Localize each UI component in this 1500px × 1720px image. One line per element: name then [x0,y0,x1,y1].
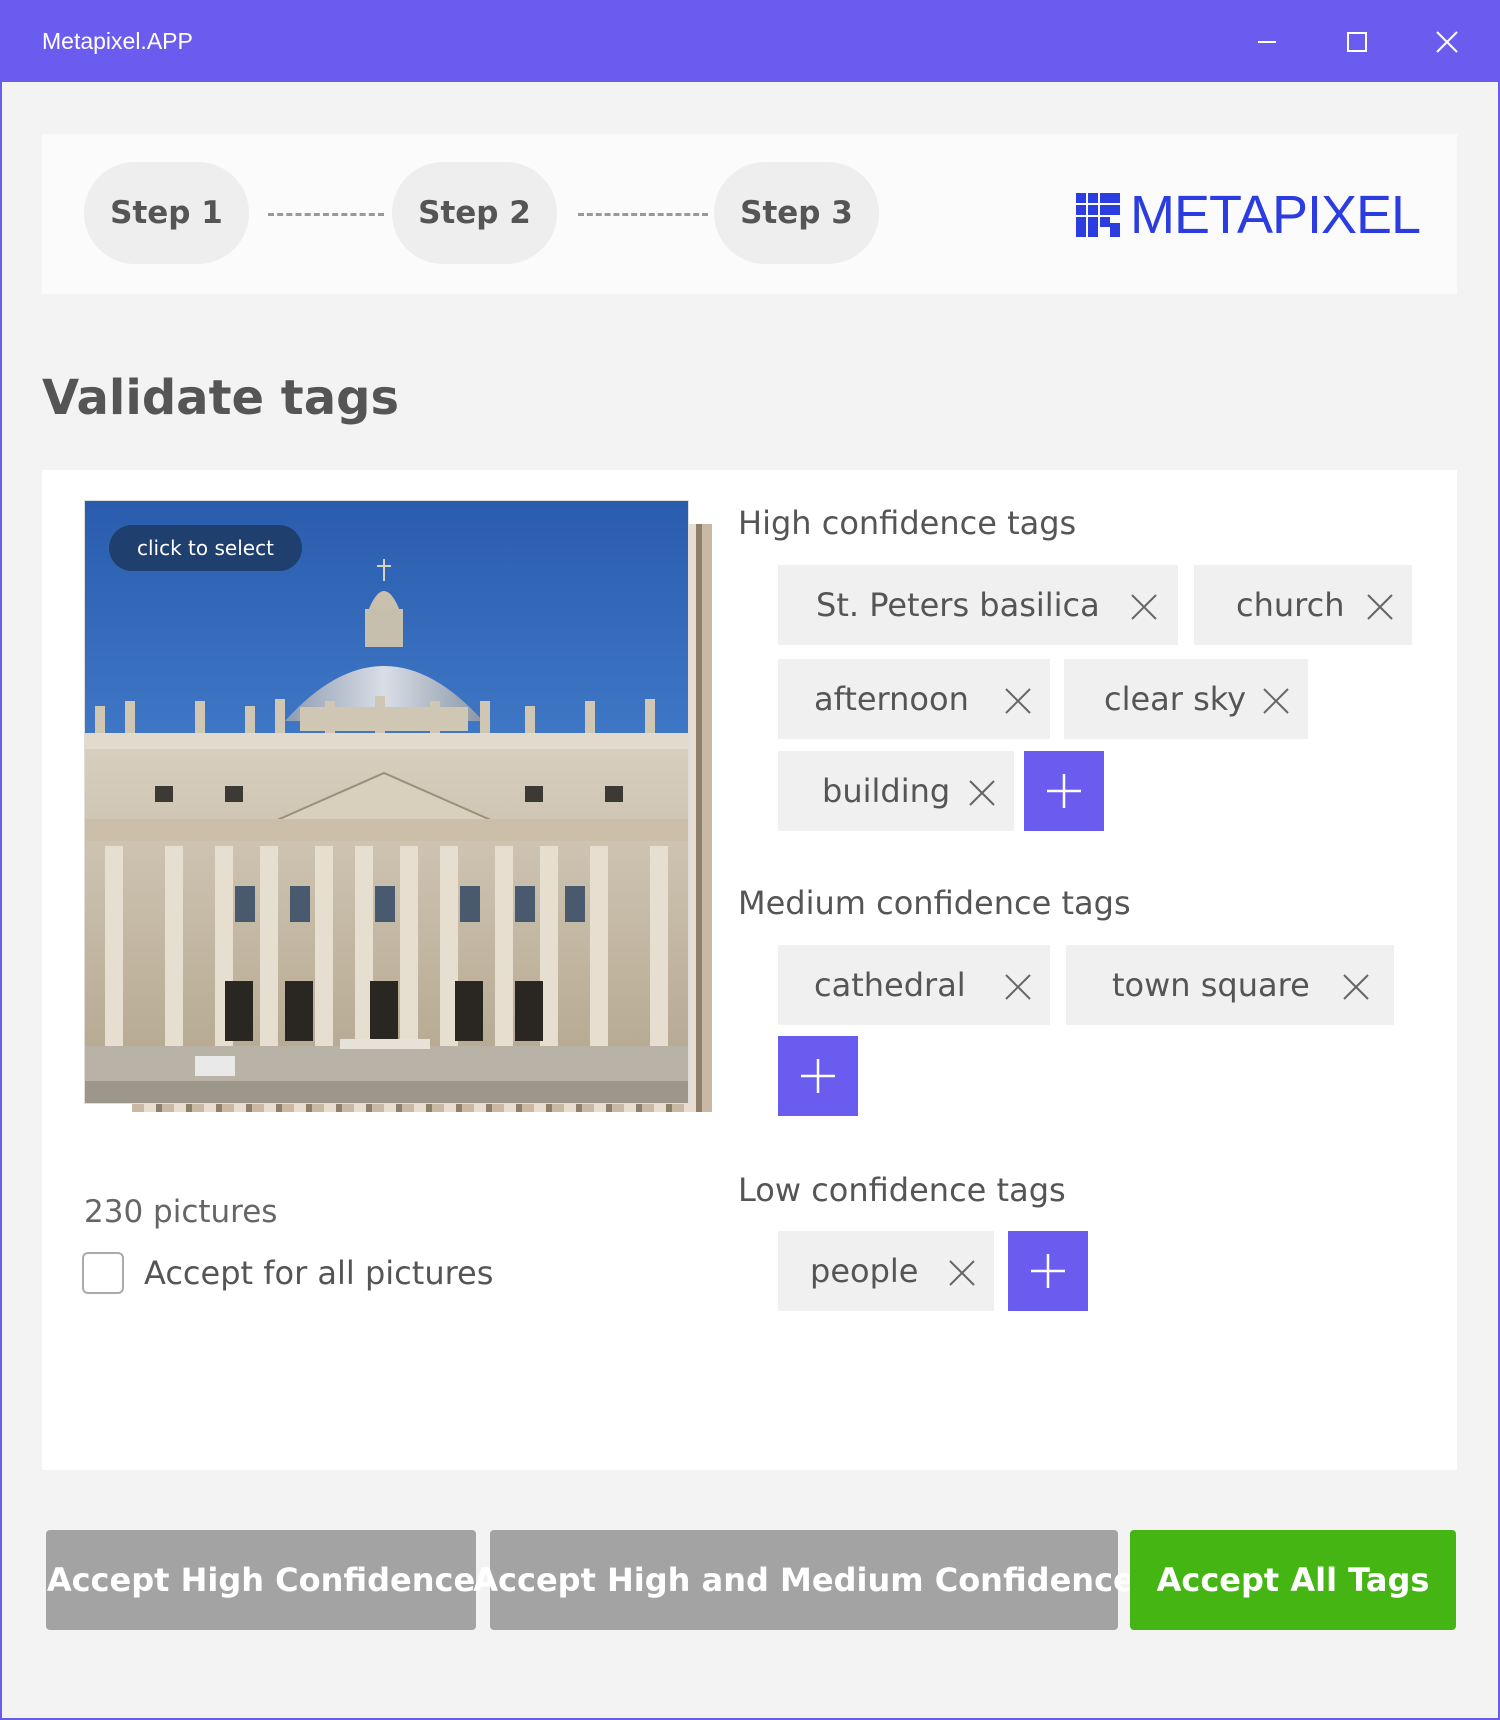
app-window: Metapixel.APP Step 1 Step 2 Step 3 METAP… [0,0,1500,1720]
stepper-bar: Step 1 Step 2 Step 3 METAPIXEL [42,134,1457,294]
tag-cathedral: cathedral [778,945,1050,1025]
add-high-tag-button[interactable] [1024,751,1104,831]
remove-tag-button[interactable] [1366,591,1394,620]
x-icon [1005,688,1031,714]
page-title: Validate tags [42,370,400,426]
tag-church: church [1194,565,1412,645]
accept-all-label: Accept for all pictures [144,1254,494,1292]
tag-label: St. Peters basilica [816,586,1100,624]
x-icon [1131,594,1157,620]
remove-tag-button[interactable] [1262,685,1290,714]
tag-clear-sky: clear sky [1064,659,1308,739]
remove-tag-button[interactable] [1004,685,1032,714]
logo-text: METAPIXEL [1130,185,1421,245]
remove-tag-button[interactable] [1004,971,1032,1000]
accept-all-tags-button[interactable]: Accept All Tags [1130,1530,1456,1630]
maximize-button[interactable] [1312,2,1402,82]
accept-all-pictures-option[interactable]: Accept for all pictures [82,1252,493,1294]
picture-count: 230 pictures [84,1194,278,1230]
close-button[interactable] [1402,2,1492,82]
x-icon [1367,594,1393,620]
step-connector [578,213,708,216]
tag-afternoon: afternoon [778,659,1050,739]
accept-all-checkbox[interactable] [82,1252,124,1294]
plus-icon [1047,774,1081,808]
step-connector [268,213,384,216]
step-3[interactable]: Step 3 [714,162,879,264]
x-icon [969,780,995,806]
step-2[interactable]: Step 2 [392,162,557,264]
basilica-image [85,559,688,1103]
tag-town-square: town square [1066,945,1394,1025]
medium-confidence-title: Medium confidence tags [738,884,1131,922]
plus-icon [801,1059,835,1093]
plus-icon [1031,1254,1065,1288]
remove-tag-button[interactable] [1130,591,1158,620]
x-icon [1005,974,1031,1000]
minimize-button[interactable] [1222,2,1312,82]
remove-tag-button[interactable] [1342,971,1370,1000]
accept-high-medium-confidence-button[interactable]: Accept High and Medium Confidence [473,1530,1135,1630]
add-low-tag-button[interactable] [1008,1231,1088,1311]
minimize-icon [1258,41,1276,43]
tag-building: building [778,751,1014,831]
title-bar: Metapixel.APP [2,2,1500,82]
tag-label: clear sky [1104,680,1247,718]
tag-label: town square [1112,966,1310,1004]
add-medium-tag-button[interactable] [778,1036,858,1116]
window-title: Metapixel.APP [42,28,193,54]
tag-people: people [778,1231,994,1311]
x-icon [1343,974,1369,1000]
tag-label: building [822,772,951,810]
tag-label: afternoon [814,680,969,718]
selected-picture[interactable]: click to select [84,500,689,1104]
tag-label: cathedral [814,966,966,1004]
tag-label: church [1236,586,1345,624]
remove-tag-button[interactable] [948,1257,976,1286]
low-confidence-title: Low confidence tags [738,1171,1066,1209]
maximize-icon [1347,32,1367,52]
close-icon [1436,31,1458,53]
remove-tag-button[interactable] [968,777,996,806]
metapixel-logo: METAPIXEL [1076,185,1421,245]
step-1[interactable]: Step 1 [84,162,249,264]
tag-st-peters-basilica: St. Peters basilica [778,565,1178,645]
x-icon [1263,688,1289,714]
high-confidence-title: High confidence tags [738,504,1077,542]
accept-high-confidence-button[interactable]: Accept High Confidence [46,1530,476,1630]
x-icon [949,1260,975,1286]
tag-label: people [810,1252,919,1290]
logo-grid-icon [1076,193,1120,237]
click-to-select-badge[interactable]: click to select [109,525,302,571]
